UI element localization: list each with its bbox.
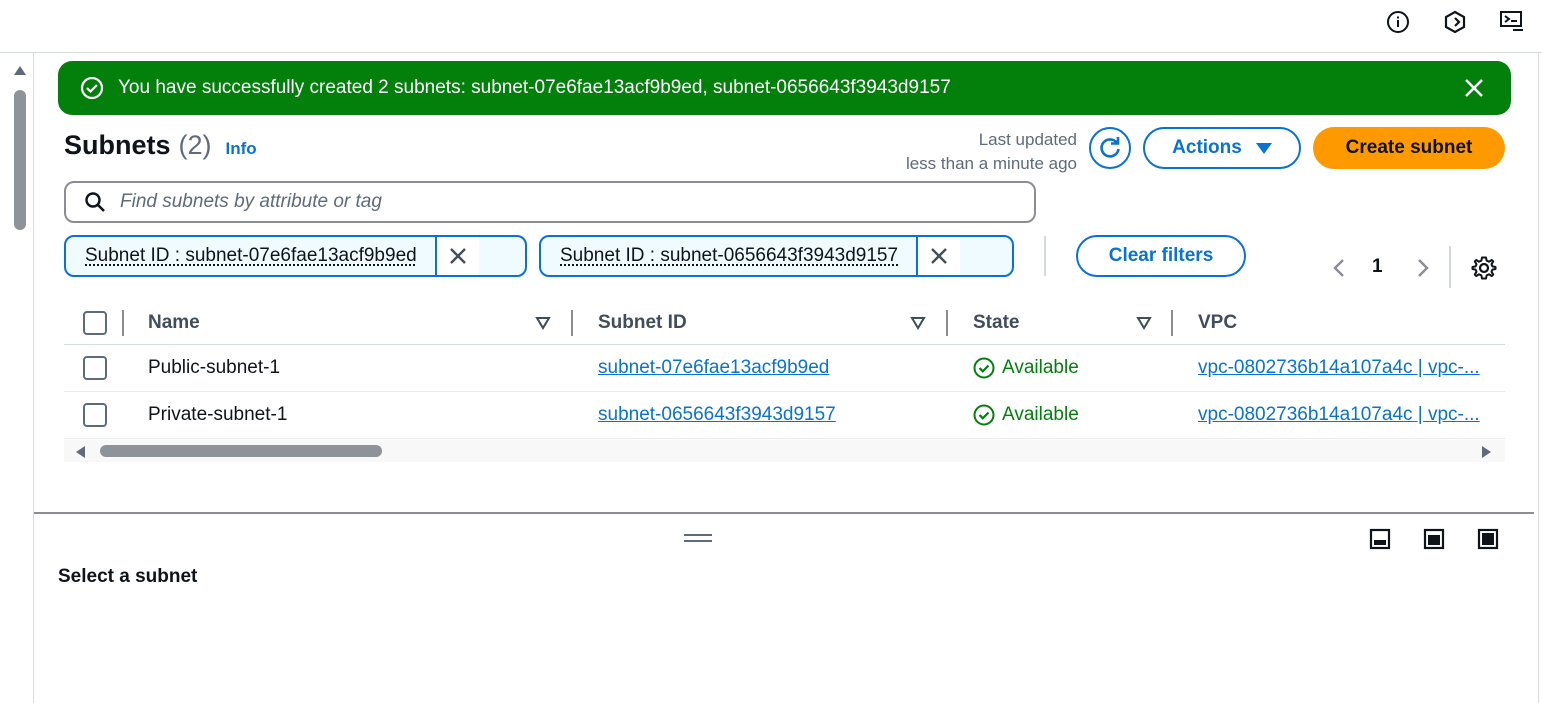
gear-icon[interactable] (1471, 255, 1497, 281)
top-bar (0, 0, 1542, 53)
vpc-link[interactable]: vpc-0802736b14a107a4c | vpc-... (1198, 404, 1480, 425)
chevron-left-icon[interactable] (1329, 256, 1349, 280)
refresh-icon (1100, 137, 1120, 158)
success-check-icon (80, 76, 104, 100)
status-text: Available (1002, 404, 1079, 425)
subnet-name: Public-subnet-1 (148, 357, 281, 378)
left-divider (33, 53, 34, 703)
vpc-cell: vpc-0802736b14a107a4c | vpc-... (1198, 357, 1505, 379)
column-divider (122, 310, 124, 336)
status-badge: Available (973, 357, 1079, 379)
page-scrollbar[interactable] (9, 62, 33, 703)
flash-message: You have successfully created 2 subnets:… (118, 77, 951, 98)
filter-token-label[interactable]: Subnet ID : subnet-0656643f3943d9157 (541, 237, 916, 275)
panel-side-icon[interactable] (1423, 528, 1445, 550)
row-checkbox[interactable] (83, 403, 107, 427)
column-header-state[interactable]: State (973, 312, 1019, 334)
check-circle-icon (973, 357, 995, 379)
search-input[interactable] (120, 191, 1000, 213)
filter-divider (1044, 236, 1046, 276)
status-text: Available (1002, 357, 1079, 378)
split-panel-divider (34, 512, 1534, 514)
close-icon[interactable] (1461, 75, 1487, 101)
panel-hide-icon[interactable] (1477, 528, 1499, 550)
column-divider[interactable] (571, 310, 573, 336)
right-divider (1538, 53, 1539, 703)
scroll-up-arrow-icon[interactable] (14, 66, 26, 75)
status-badge: Available (973, 404, 1079, 426)
select-all-checkbox[interactable] (83, 311, 107, 335)
create-subnet-button[interactable]: Create subnet (1313, 127, 1505, 169)
column-divider[interactable] (946, 310, 948, 336)
filter-token[interactable]: Subnet ID : subnet-07e6fae13acf9b9ed (64, 235, 527, 277)
scroll-right-arrow-icon[interactable] (1482, 446, 1491, 458)
vpc-link[interactable]: vpc-0802736b14a107a4c | vpc-... (1198, 357, 1480, 378)
chevron-right-icon[interactable] (1413, 256, 1433, 280)
sort-caret-icon[interactable] (1136, 315, 1152, 331)
clear-filters-button[interactable]: Clear filters (1076, 235, 1246, 277)
info-link[interactable]: Info (226, 139, 257, 159)
column-header-subnet-id[interactable]: Subnet ID (598, 312, 687, 334)
scroll-left-arrow-icon[interactable] (76, 446, 85, 458)
check-circle-icon (973, 404, 995, 426)
filter-token[interactable]: Subnet ID : subnet-0656643f3943d9157 (539, 235, 1014, 277)
subnet-id-link[interactable]: subnet-07e6fae13acf9b9ed (598, 357, 829, 379)
search-icon (85, 192, 105, 212)
page-number[interactable]: 1 (1372, 256, 1383, 278)
table-row[interactable]: Private-subnet-1 subnet-0656643f3943d915… (64, 392, 1505, 439)
last-updated-value: less than a minute ago (905, 154, 1077, 173)
details-empty-message: Select a subnet (58, 566, 198, 587)
caret-down-icon (1255, 142, 1272, 154)
info-icon[interactable] (1385, 9, 1411, 35)
item-count: (2) (178, 130, 212, 160)
remove-filter-button[interactable] (434, 237, 479, 275)
sort-caret-icon[interactable] (910, 315, 926, 331)
vpc-cell: vpc-0802736b14a107a4c | vpc-... (1198, 404, 1505, 426)
subnets-table: Name Subnet ID State VPC Public-subnet-1… (64, 300, 1505, 439)
cloudshell-icon[interactable] (1442, 9, 1468, 35)
column-divider[interactable] (1171, 310, 1173, 336)
subnet-name: Private-subnet-1 (148, 404, 288, 425)
panel-bottom-icon[interactable] (1369, 528, 1391, 550)
pager-divider (1449, 246, 1451, 288)
table-row[interactable]: Public-subnet-1 subnet-07e6fae13acf9b9ed… (64, 345, 1505, 392)
actions-dropdown-button[interactable]: Actions (1143, 127, 1301, 169)
filter-token-label[interactable]: Subnet ID : subnet-07e6fae13acf9b9ed (66, 237, 435, 275)
remove-filter-button[interactable] (916, 237, 961, 275)
actions-label: Actions (1172, 137, 1242, 158)
scrollbar-thumb[interactable] (100, 445, 382, 457)
clear-filters-label: Clear filters (1108, 245, 1214, 266)
close-icon (931, 248, 947, 264)
column-header-vpc[interactable]: VPC (1198, 312, 1237, 334)
close-icon (449, 248, 466, 264)
sort-caret-icon[interactable] (535, 315, 551, 331)
table-horizontal-scrollbar[interactable] (64, 440, 1505, 462)
refresh-button[interactable] (1089, 127, 1131, 169)
create-subnet-label: Create subnet (1345, 137, 1473, 158)
last-updated: Last updated less than a minute ago (906, 128, 1077, 176)
success-flash-banner: You have successfully created 2 subnets:… (58, 61, 1511, 115)
page-title: Subnets (64, 130, 171, 160)
row-checkbox[interactable] (83, 356, 107, 380)
scrollbar-thumb[interactable] (14, 90, 26, 230)
last-updated-label: Last updated (978, 130, 1077, 149)
drag-handle-icon[interactable] (684, 534, 712, 544)
search-box[interactable] (64, 181, 1036, 223)
page-header: Subnets (2) Info (64, 130, 257, 161)
column-header-name[interactable]: Name (148, 312, 200, 334)
table-header-row: Name Subnet ID State VPC (64, 300, 1505, 345)
remote-desktop-icon[interactable] (1499, 9, 1525, 35)
subnet-id-link[interactable]: subnet-0656643f3943d9157 (598, 404, 836, 426)
